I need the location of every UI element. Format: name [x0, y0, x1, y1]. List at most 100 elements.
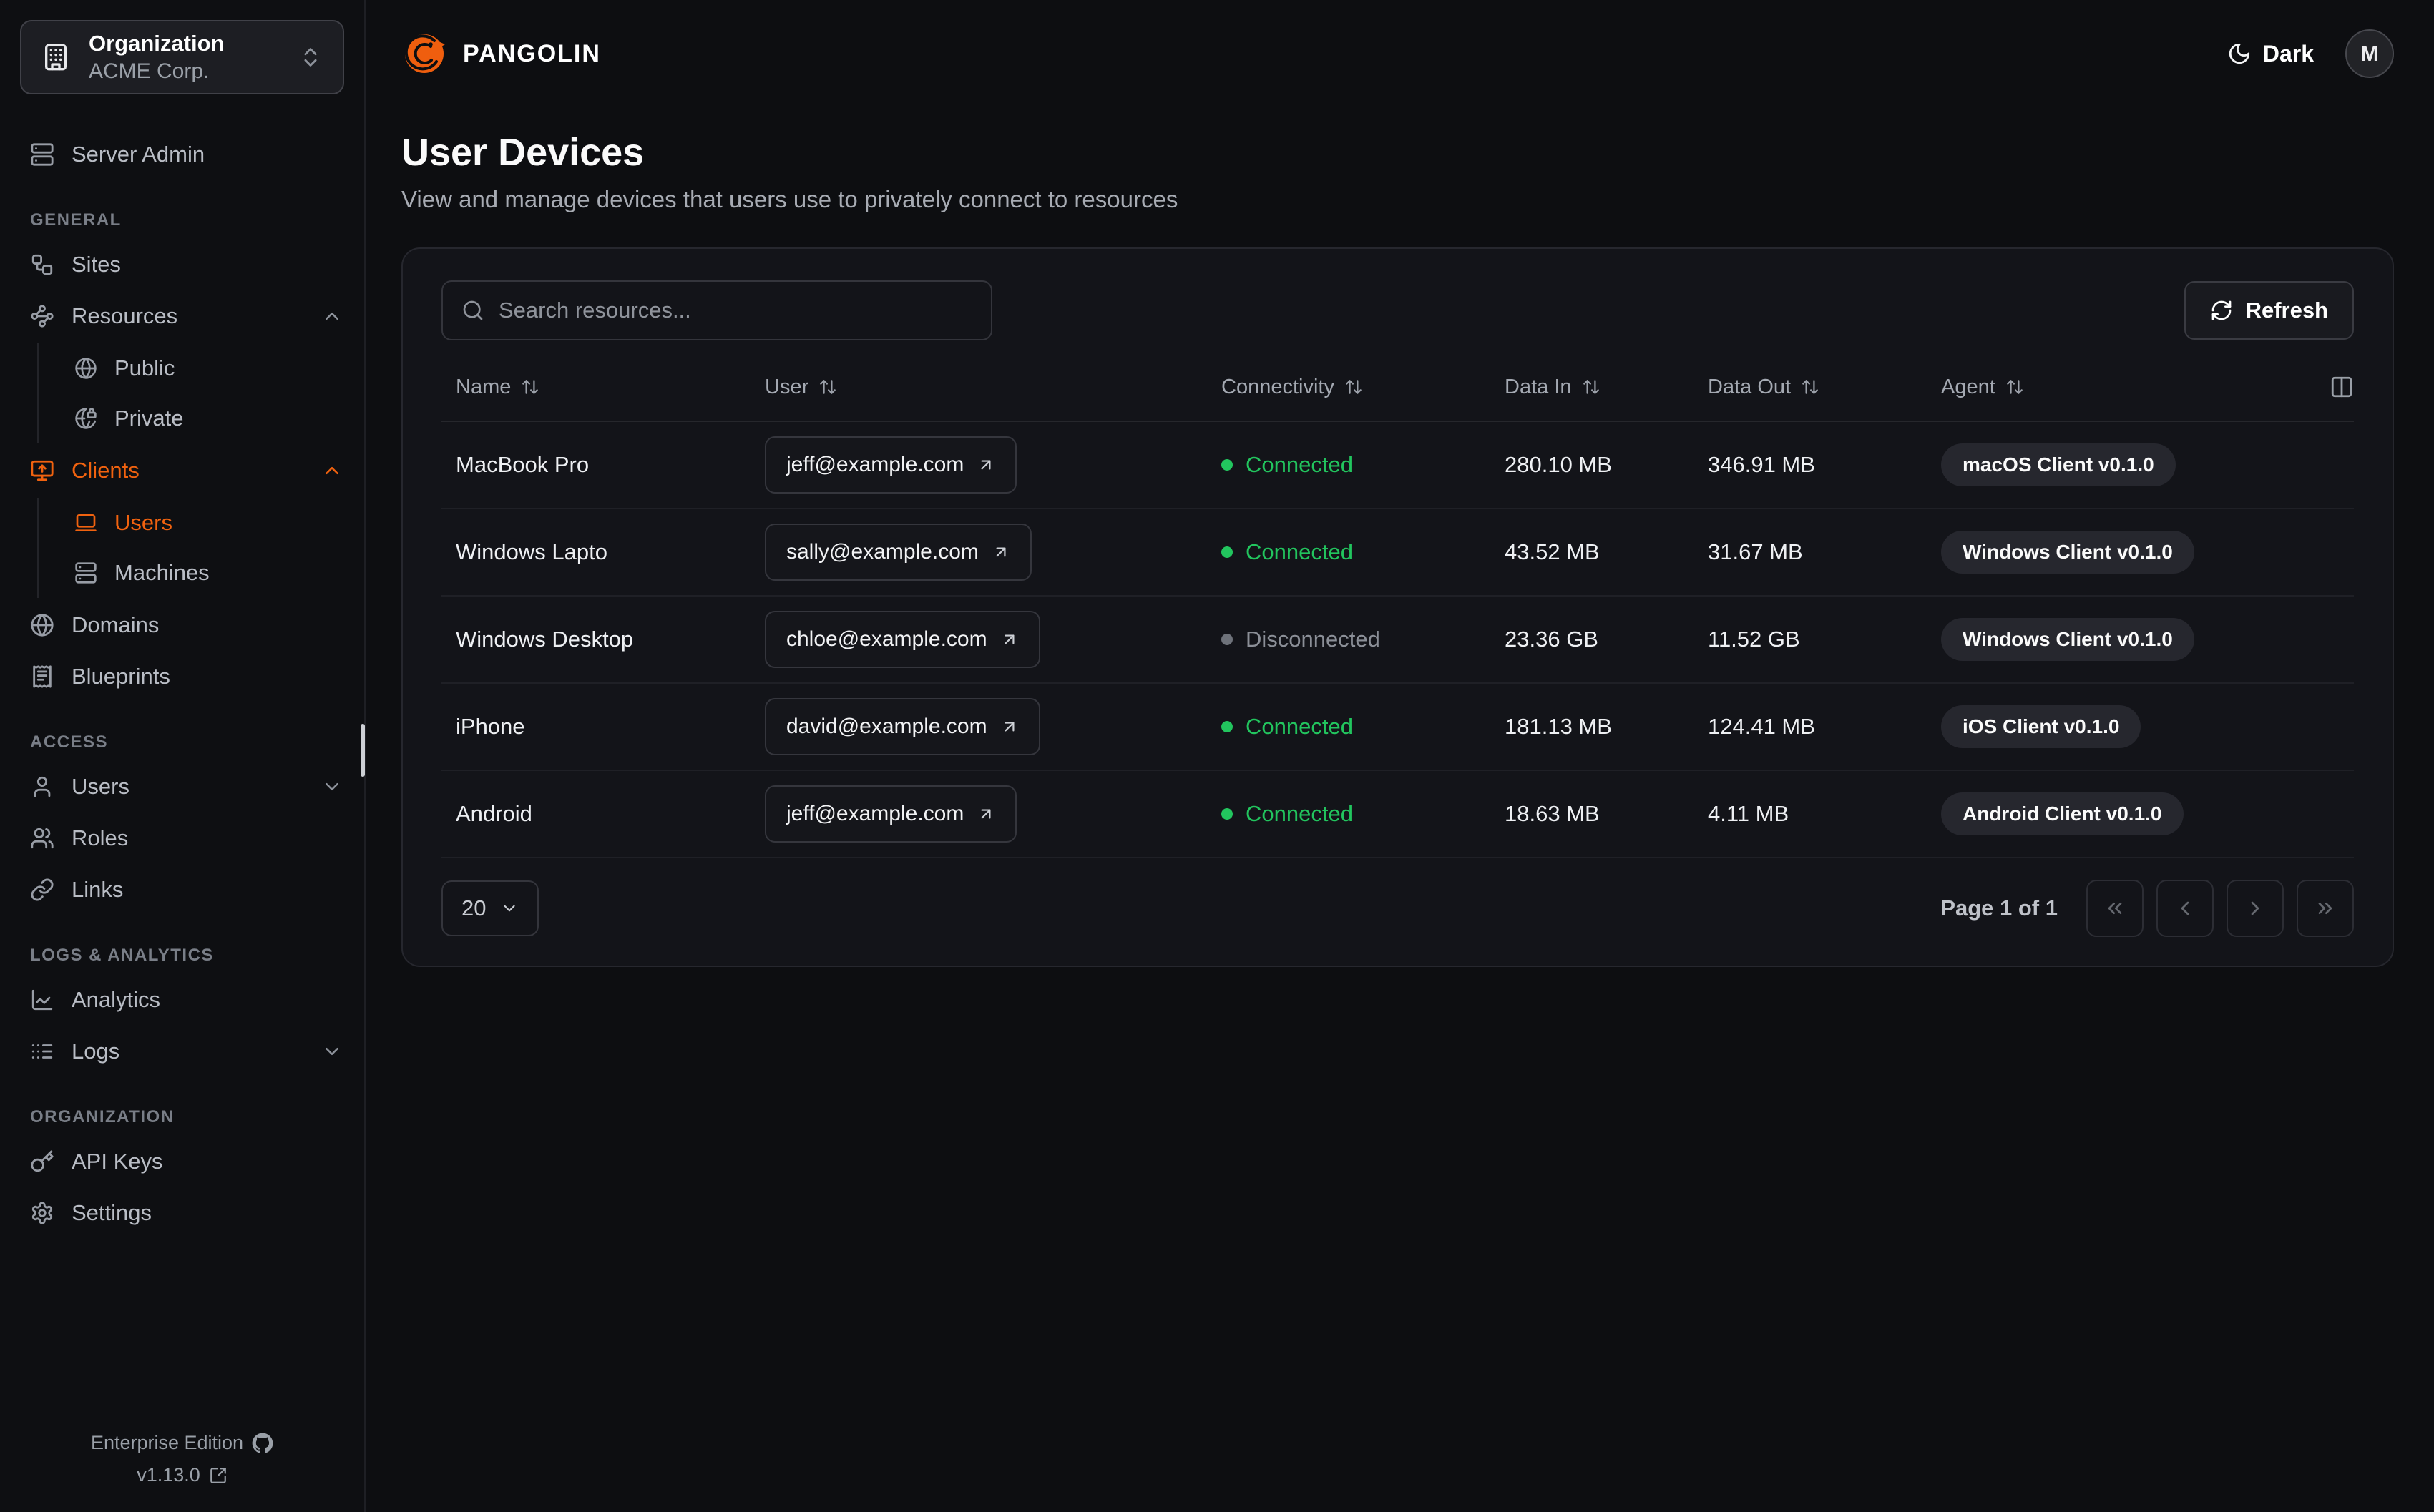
- sidebar-item-label: Logs: [72, 1039, 120, 1064]
- next-page-button[interactable]: [2227, 880, 2284, 937]
- sidebar-item-label: Users: [114, 510, 172, 535]
- sidebar-item-label: Server Admin: [72, 142, 205, 167]
- last-page-button[interactable]: [2297, 880, 2354, 937]
- org-label: Organization: [89, 31, 225, 56]
- sidebar-item-logs[interactable]: Logs: [0, 1026, 364, 1077]
- prev-page-button[interactable]: [2156, 880, 2214, 937]
- user-link[interactable]: jeff@example.com: [765, 785, 1017, 843]
- sidebar-item-api-keys[interactable]: API Keys: [0, 1136, 364, 1187]
- sidebar-item-machines[interactable]: Machines: [49, 548, 364, 598]
- page-size-select[interactable]: 20: [441, 880, 539, 936]
- sidebar-item-domains[interactable]: Domains: [0, 599, 364, 651]
- sidebar-item-users[interactable]: Users: [0, 761, 364, 813]
- column-header-data-out[interactable]: Data Out: [1693, 375, 1927, 399]
- sidebar-item-analytics[interactable]: Analytics: [0, 974, 364, 1026]
- sidebar-item-label: Roles: [72, 825, 129, 850]
- table-row: iPhone david@example.com Connected 181.1…: [441, 684, 2354, 771]
- sort-icon: [522, 380, 539, 394]
- user-link[interactable]: sally@example.com: [765, 524, 1032, 581]
- version-label: v1.13.0: [137, 1464, 200, 1486]
- chevron-down-icon: [321, 776, 343, 797]
- receipt-icon: [30, 664, 54, 689]
- column-header-data-in[interactable]: Data In: [1490, 375, 1693, 399]
- column-visibility-button[interactable]: [2330, 375, 2354, 399]
- user-link[interactable]: jeff@example.com: [765, 436, 1017, 494]
- sidebar-item-private[interactable]: Private: [49, 393, 364, 443]
- first-page-button[interactable]: [2086, 880, 2144, 937]
- resources-subnav: Public Private: [37, 343, 364, 443]
- globe-icon: [30, 613, 54, 637]
- clients-subnav: Users Machines: [37, 498, 364, 598]
- status-dot-icon: [1221, 721, 1233, 732]
- data-in-value: 23.36 GB: [1505, 627, 1598, 652]
- refresh-button[interactable]: Refresh: [2184, 281, 2354, 340]
- agent-badge: Windows Client v0.1.0: [1941, 531, 2194, 574]
- sidebar-item-label: Resources: [72, 303, 178, 328]
- sidebar-item-label: Analytics: [72, 987, 161, 1012]
- sort-icon: [1802, 380, 1818, 394]
- top-bar: PANGOLIN Dark M: [401, 0, 2394, 107]
- sidebar-item-client-users[interactable]: Users: [49, 498, 364, 548]
- sites-icon: [30, 252, 54, 277]
- status-dot-icon: [1221, 808, 1233, 820]
- column-label: User: [765, 375, 809, 398]
- sidebar-item-public[interactable]: Public: [49, 343, 364, 393]
- pager-buttons: [2086, 880, 2354, 937]
- refresh-icon: [2211, 300, 2231, 320]
- logs-list-icon: [30, 1039, 54, 1064]
- sidebar-item-clients[interactable]: Clients: [0, 445, 364, 496]
- status-dot-icon: [1221, 459, 1233, 471]
- sidebar-item-label: Links: [72, 877, 124, 902]
- column-header-user[interactable]: User: [751, 375, 1207, 399]
- version-link[interactable]: v1.13.0: [137, 1464, 228, 1486]
- columns-icon: [2331, 376, 2352, 398]
- sidebar-item-server-admin[interactable]: Server Admin: [0, 129, 364, 180]
- avatar[interactable]: M: [2345, 29, 2394, 78]
- monitor-up-icon: [30, 458, 54, 483]
- theme-label: Dark: [2262, 40, 2314, 67]
- column-label: Name: [456, 375, 512, 398]
- arrow-up-right-icon: [1005, 634, 1015, 644]
- chevron-down-icon: [321, 1041, 343, 1062]
- pangolin-logo-icon: [404, 34, 445, 73]
- connectivity-status: Connected: [1207, 539, 1490, 565]
- page-subtitle: View and manage devices that users use t…: [401, 186, 1178, 212]
- column-header-agent[interactable]: Agent: [1927, 375, 2299, 399]
- link-icon: [30, 878, 54, 902]
- sidebar-nav: Server Admin GENERAL Sites Resources Pub…: [0, 114, 364, 1432]
- user-link[interactable]: chloe@example.com: [765, 611, 1040, 668]
- sidebar-item-label: Users: [72, 774, 129, 799]
- pager: Page 1 of 1: [1940, 880, 2354, 937]
- sidebar-scrollbar[interactable]: [361, 724, 365, 777]
- column-header-connectivity[interactable]: Connectivity: [1207, 375, 1490, 399]
- sidebar-item-links[interactable]: Links: [0, 864, 364, 915]
- theme-toggle[interactable]: Dark: [2227, 41, 2314, 67]
- sidebar-item-sites[interactable]: Sites: [0, 239, 364, 290]
- resources-icon: [30, 304, 54, 328]
- pager-status: Page 1 of 1: [1940, 895, 2058, 921]
- sidebar-item-roles[interactable]: Roles: [0, 813, 364, 864]
- device-name: Windows Lapto: [456, 539, 607, 564]
- data-out-value: 346.91 MB: [1708, 452, 1815, 477]
- device-name: iPhone: [456, 714, 525, 739]
- chevrons-up-down-icon: [298, 45, 323, 69]
- edition-label: Enterprise Edition: [90, 1432, 244, 1453]
- globe-lock-icon: [74, 407, 97, 430]
- table-row: Windows Lapto sally@example.com Connecte…: [441, 509, 2354, 597]
- table-footer: 20 Page 1 of 1: [441, 880, 2354, 937]
- data-in-value: 280.10 MB: [1505, 452, 1612, 477]
- column-header-name[interactable]: Name: [441, 375, 751, 399]
- page-title: User Devices: [401, 131, 645, 174]
- agent-badge: Windows Client v0.1.0: [1941, 618, 2194, 661]
- user-link[interactable]: david@example.com: [765, 698, 1040, 755]
- sidebar-item-blueprints[interactable]: Blueprints: [0, 651, 364, 702]
- globe-icon: [74, 357, 97, 380]
- sort-icon: [1583, 380, 1599, 394]
- search-input[interactable]: [499, 298, 972, 323]
- sidebar-item-resources[interactable]: Resources: [0, 290, 364, 342]
- sidebar-footer: Enterprise Edition v1.13.0: [0, 1432, 364, 1512]
- org-selector[interactable]: Organization ACME Corp.: [20, 20, 344, 94]
- edition-link[interactable]: Enterprise Edition: [91, 1432, 273, 1454]
- table-row: Windows Desktop chloe@example.com Discon…: [441, 597, 2354, 684]
- sidebar-item-settings[interactable]: Settings: [0, 1187, 364, 1239]
